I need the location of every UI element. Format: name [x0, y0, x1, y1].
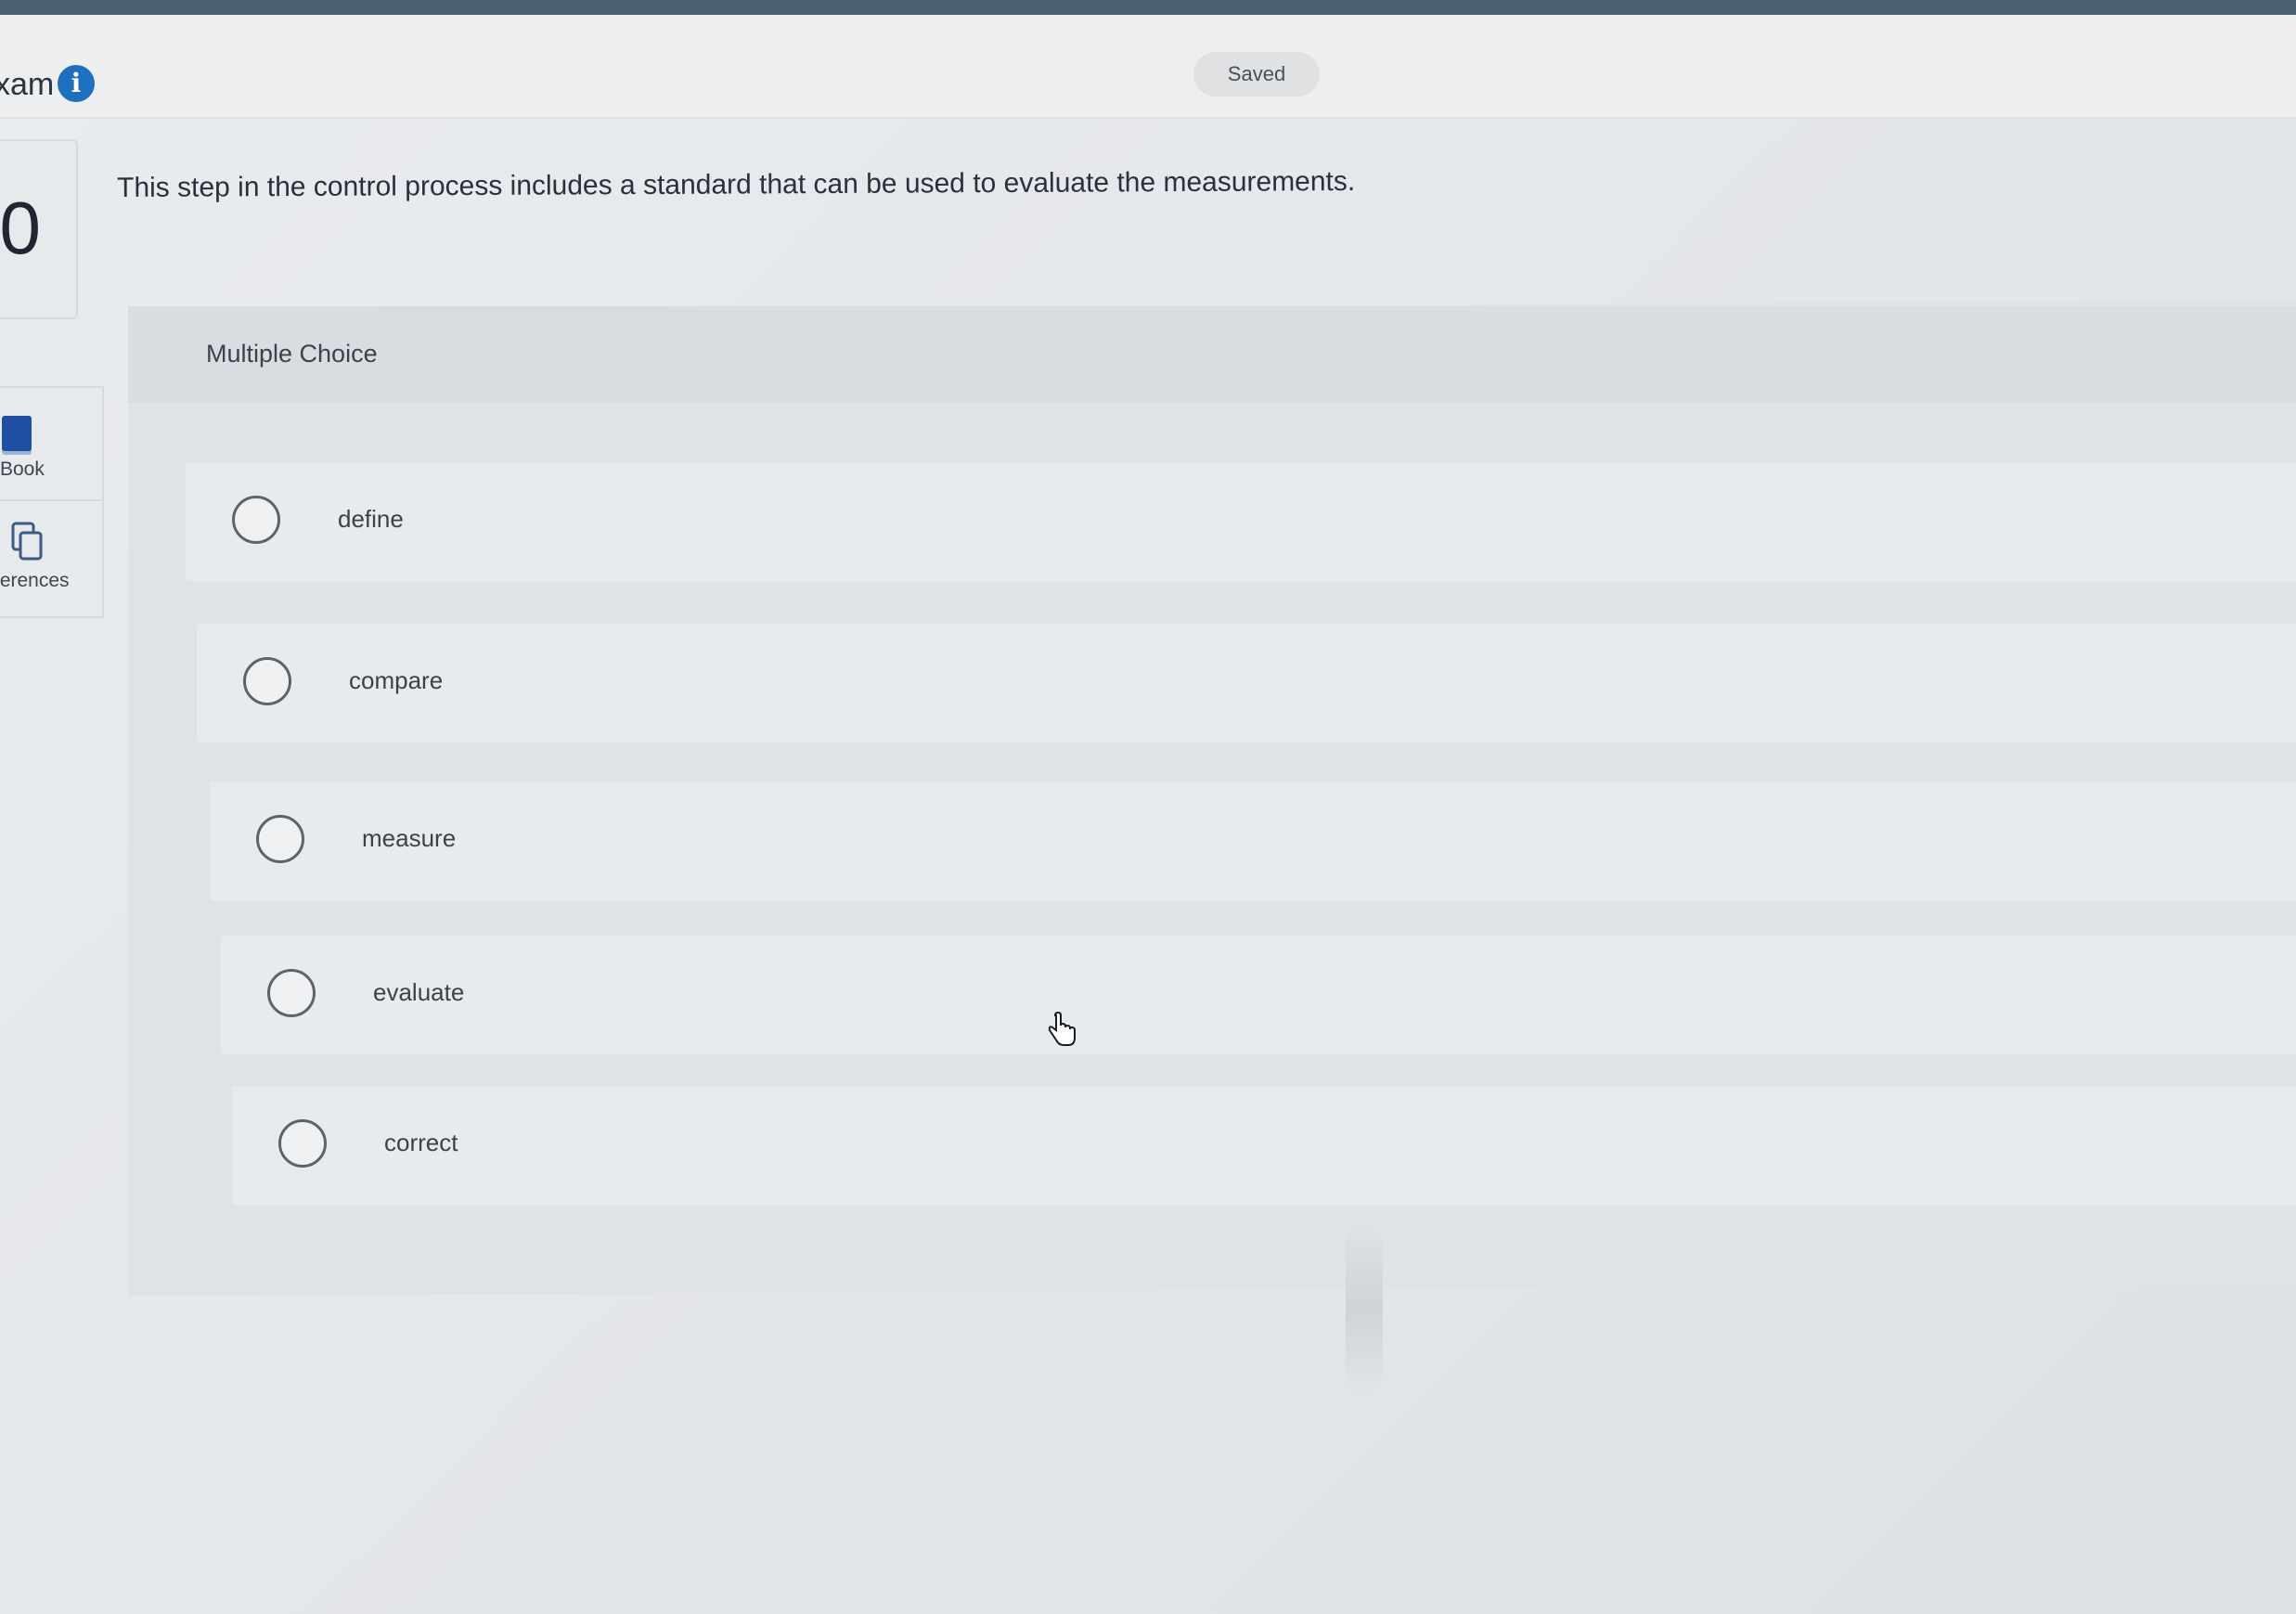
radio-button[interactable]: [267, 969, 316, 1017]
choice-compare[interactable]: compare: [197, 624, 2296, 742]
references-button[interactable]: ferences: [0, 499, 102, 613]
choice-measure[interactable]: measure: [210, 781, 2296, 900]
radio-button[interactable]: [278, 1119, 327, 1168]
question-type-header: [128, 306, 2296, 403]
ebook-label: Book: [0, 458, 45, 480]
side-tools: Book ferences: [0, 386, 104, 618]
choice-label: define: [338, 505, 404, 533]
saved-status-badge: Saved: [1193, 52, 1320, 97]
choice-label: evaluate: [373, 978, 465, 1006]
top-bar: [0, 0, 2296, 15]
choice-define[interactable]: define: [186, 462, 2296, 581]
radio-button[interactable]: [243, 657, 291, 705]
hand-cursor-icon: [1048, 1012, 1076, 1046]
radio-button[interactable]: [256, 815, 304, 863]
question-number-box: 0: [0, 139, 78, 319]
choice-label: compare: [349, 666, 444, 694]
references-label: ferences: [0, 570, 70, 591]
radio-button[interactable]: [232, 496, 280, 544]
ebook-button[interactable]: Book: [0, 388, 102, 499]
question-type-label: Multiple Choice: [206, 340, 378, 368]
exam-title: xam: [0, 67, 55, 102]
header: xam i Saved: [0, 15, 2296, 119]
screen-smudge: [1346, 1225, 1383, 1392]
references-icon: [11, 522, 43, 561]
question-number: 0: [0, 187, 41, 269]
choice-label: correct: [384, 1129, 458, 1156]
info-icon[interactable]: i: [58, 65, 95, 102]
choice-evaluate[interactable]: evaluate: [221, 936, 2296, 1054]
exam-page: xam i Saved 0 Book ferences This step in…: [0, 0, 2296, 1614]
choice-label: measure: [362, 824, 457, 852]
book-icon: [2, 416, 32, 451]
choice-correct[interactable]: correct: [232, 1086, 2296, 1205]
question-prompt: This step in the control process include…: [117, 166, 1356, 203]
